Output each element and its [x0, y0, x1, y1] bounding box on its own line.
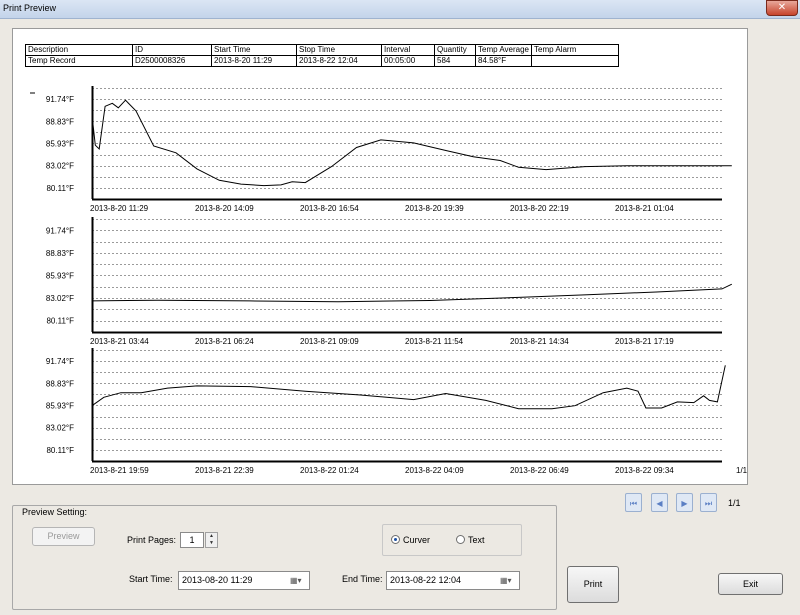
x-tick-label: 2013-8-21 03:44: [90, 337, 149, 346]
x-tick-label: 2013-8-21 06:24: [195, 337, 254, 346]
temperature-line: [91, 365, 726, 410]
x-tick-label: 2013-8-20 16:54: [300, 204, 359, 213]
exit-button[interactable]: Exit: [718, 573, 783, 595]
next-page-button[interactable]: ▶: [676, 493, 693, 512]
x-tick-label: 2013-8-20 22:19: [510, 204, 569, 213]
last-page-button[interactable]: ⏭: [700, 493, 717, 512]
start-time-label: Start Time:: [129, 574, 173, 584]
x-tick-label: 2013-8-20 14:09: [195, 204, 254, 213]
y-tick-label: 91.74°F: [46, 226, 74, 235]
x-tick-label: 2013-8-21 11:54: [405, 337, 464, 346]
spin-up-icon[interactable]: ▲: [206, 533, 217, 540]
curve-label[interactable]: Curver: [403, 535, 430, 545]
y-tick-label: 85.93°F: [46, 271, 74, 280]
text-label[interactable]: Text: [468, 535, 485, 545]
y-tick-label: 83.02°F: [46, 294, 74, 303]
y-tick-label: 91.74°F: [46, 357, 74, 366]
y-tick-label: 80.11°F: [46, 446, 74, 455]
temperature-charts: 91.74°F 88.83°F 85.93°F 83.02°F 80.11°F 2013-…: [30, 86, 733, 475]
y-tick-label: 83.02°F: [46, 162, 74, 171]
x-tick-label: 2013-8-21 01:04: [615, 204, 674, 213]
start-time-value[interactable]: 2013-08-20 11:29: [182, 575, 252, 585]
y-tick-label: 88.83°F: [46, 249, 74, 258]
spin-down-icon[interactable]: ▼: [206, 540, 217, 547]
print-pages-stepper[interactable]: ▲ ▼: [205, 532, 218, 548]
calendar-dropdown-icon[interactable]: ▦▾: [500, 575, 516, 586]
y-tick-label: 80.11°F: [46, 184, 74, 193]
print-preview-window: Print Preview ✕ Description ID Start Tim…: [0, 0, 800, 615]
y-tick-label: 91.74°F: [46, 95, 74, 104]
x-tick-label: 2013-8-22 04:09: [405, 466, 464, 475]
y-tick-label: 85.93°F: [46, 401, 74, 410]
x-tick-label: 2013-8-22 01:24: [300, 466, 359, 475]
preview-settings-title: Preview Setting:: [22, 507, 88, 517]
first-page-button[interactable]: ⏮: [625, 493, 642, 512]
page-count: 1/1: [736, 466, 748, 475]
y-tick-label: 80.11°F: [46, 317, 74, 326]
curve-radio[interactable]: [391, 535, 400, 544]
x-tick-label: 2013-8-20 11:29: [90, 204, 149, 213]
y-tick-label: 85.93°F: [46, 139, 74, 148]
y-tick-label: 88.83°F: [46, 379, 74, 388]
print-pages-input[interactable]: 1: [180, 532, 204, 548]
x-tick-label: 2013-8-21 22:39: [195, 466, 254, 475]
temperature-line: [91, 99, 732, 187]
print-pages-label: Print Pages:: [127, 535, 177, 545]
start-time-picker[interactable]: 2013-08-20 11:29 ▦▾: [178, 571, 310, 590]
end-time-label: End Time:: [342, 574, 383, 584]
x-tick-label: 2013-8-22 06:49: [510, 466, 569, 475]
x-tick-label: 2013-8-21 17:19: [615, 337, 674, 346]
y-tick-label: 83.02°F: [46, 424, 74, 433]
end-time-picker[interactable]: 2013-08-22 12:04 ▦▾: [386, 571, 520, 590]
end-time-value[interactable]: 2013-08-22 12:04: [390, 575, 461, 585]
temperature-line: [91, 283, 733, 303]
print-button[interactable]: Print: [567, 566, 619, 603]
prev-page-button[interactable]: ◀: [651, 493, 668, 512]
preview-settings-group: [12, 505, 557, 610]
x-tick-label: 2013-8-21 09:09: [300, 337, 359, 346]
x-tick-label: 2013-8-22 09:34: [615, 466, 674, 475]
calendar-dropdown-icon[interactable]: ▦▾: [290, 575, 306, 586]
text-radio[interactable]: [456, 535, 465, 544]
nav-page-indicator: 1/1: [728, 498, 741, 508]
preview-button[interactable]: Preview: [32, 527, 95, 546]
y-tick-label: 88.83°F: [46, 117, 74, 126]
x-tick-label: 2013-8-21 19:59: [90, 466, 149, 475]
x-tick-label: 2013-8-20 19:39: [405, 204, 464, 213]
x-tick-label: 2013-8-21 14:34: [510, 337, 569, 346]
